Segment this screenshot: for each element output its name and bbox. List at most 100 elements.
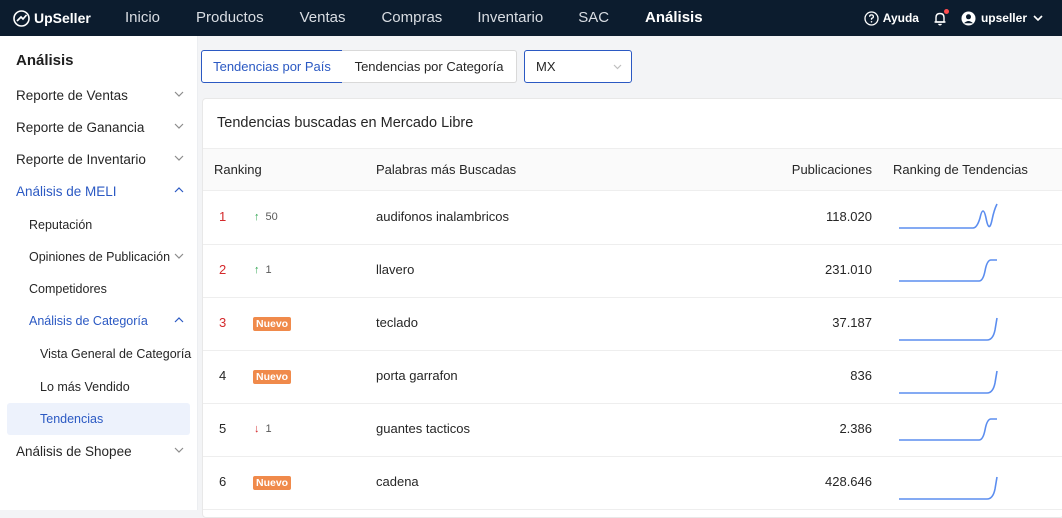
user-name: upseller bbox=[980, 11, 1027, 25]
table-row[interactable]: 5 ↓ 1 guantes tacticos 2.386 bbox=[203, 404, 1062, 457]
chevron-down-icon bbox=[174, 91, 184, 97]
nav-compras[interactable]: Compras bbox=[381, 0, 442, 36]
user-menu[interactable]: upseller bbox=[961, 11, 1048, 26]
help-label: Ayuda bbox=[882, 11, 919, 25]
sidebar-item-analisis-shopee[interactable]: Análisis de Shopee bbox=[0, 435, 198, 467]
trend-sparkline bbox=[899, 476, 998, 500]
arrow-up-icon: ↑ bbox=[254, 211, 260, 223]
table-row[interactable]: 4 Nuevo porta garrafon 836 bbox=[203, 351, 1062, 404]
sidebar-item-label: Reputación bbox=[29, 218, 93, 232]
sidebar-item-label: Competidores bbox=[29, 282, 107, 296]
brand-logo[interactable]: UpSeller bbox=[13, 9, 109, 27]
sidebar-item-label: Análisis de MELI bbox=[16, 183, 117, 199]
trend-sparkline bbox=[899, 259, 997, 282]
trend-sparkline bbox=[899, 203, 998, 229]
sidebar-item-competidores[interactable]: Competidores bbox=[0, 273, 198, 305]
sidebar-item-reporte-inventario[interactable]: Reporte de Inventario bbox=[0, 143, 198, 175]
publications-count: 428.646 bbox=[825, 474, 872, 489]
rank-number: 3 bbox=[219, 315, 227, 330]
user-avatar-icon bbox=[961, 11, 976, 25]
keyword: cadena bbox=[376, 474, 419, 489]
sidebar-item-reporte-ventas[interactable]: Reporte de Ventas bbox=[0, 79, 198, 111]
trend-line bbox=[899, 370, 998, 394]
chevron-up-icon bbox=[174, 187, 184, 193]
header-ranking: Ranking bbox=[214, 162, 262, 177]
sidebar-item-opiniones-publicacion[interactable]: Opiniones de Publicación bbox=[0, 241, 198, 273]
rank-change-value: 1 bbox=[265, 264, 272, 276]
table-header: Ranking Palabras más Buscadas Publicacio… bbox=[203, 148, 1062, 191]
sidebar: Análisis Reporte de Ventas Reporte de Ga… bbox=[0, 36, 198, 510]
brand-name: UpSeller bbox=[34, 10, 91, 26]
rank-number: 4 bbox=[219, 368, 227, 383]
sidebar-item-label: Tendencias bbox=[40, 412, 104, 426]
new-badge: Nuevo bbox=[253, 370, 292, 384]
help-icon bbox=[864, 10, 879, 26]
trend-sparkline bbox=[899, 317, 998, 341]
nav-inicio[interactable]: Inicio bbox=[125, 0, 160, 36]
keyword: llavero bbox=[376, 262, 415, 277]
sidebar-item-label: Reporte de Inventario bbox=[16, 151, 146, 167]
chevron-down-icon bbox=[174, 123, 184, 129]
rank-change: ↑ 1 bbox=[254, 264, 272, 276]
nav-ventas[interactable]: Ventas bbox=[300, 0, 346, 36]
trends-card: Tendencias buscadas en Mercado Libre Ran… bbox=[202, 98, 1062, 518]
tab-tendencias-categoria[interactable]: Tendencias por Categoría bbox=[342, 50, 517, 83]
country-select-value: MX bbox=[536, 59, 556, 74]
sidebar-item-analisis-meli[interactable]: Análisis de MELI bbox=[0, 175, 198, 207]
header-publicaciones: Publicaciones bbox=[791, 162, 872, 177]
help-link[interactable]: Ayuda bbox=[864, 10, 919, 26]
sidebar-item-label: Reporte de Ganancia bbox=[16, 119, 145, 135]
notification-dot bbox=[943, 8, 949, 14]
rank-change: ↑ 50 bbox=[254, 211, 278, 223]
country-select[interactable]: MX bbox=[524, 50, 632, 83]
main-nav: Inicio Productos Ventas Compras Inventar… bbox=[109, 0, 703, 36]
nav-sac[interactable]: SAC bbox=[578, 0, 609, 36]
table-row[interactable]: 1 ↑ 50 audifonos inalambricos 118.020 bbox=[203, 192, 1062, 245]
arrow-up-icon: ↑ bbox=[254, 264, 260, 276]
sidebar-item-tendencias[interactable]: Tendencias bbox=[7, 403, 190, 435]
sidebar-item-reputacion[interactable]: Reputación bbox=[0, 209, 198, 241]
table-row[interactable]: 2 ↑ 1 llavero 231.010 bbox=[203, 245, 1062, 298]
new-badge: Nuevo bbox=[253, 317, 292, 331]
new-badge: Nuevo bbox=[253, 476, 292, 490]
chevron-down-icon bbox=[1033, 15, 1043, 21]
chevron-down-icon bbox=[174, 447, 184, 453]
header-ranking-tendencias: Ranking de Tendencias bbox=[893, 162, 1028, 177]
sidebar-item-label: Reporte de Ventas bbox=[16, 87, 128, 103]
arrow-down-icon: ↓ bbox=[254, 423, 260, 435]
publications-count: 231.010 bbox=[825, 262, 872, 277]
rank-change-value: 50 bbox=[265, 211, 278, 223]
publications-count: 37.187 bbox=[832, 315, 872, 330]
chevron-down-icon bbox=[613, 64, 622, 70]
sidebar-item-vista-general-categoria[interactable]: Vista General de Categoría bbox=[0, 338, 198, 370]
top-navigation-bar: UpSeller Inicio Productos Ventas Compras… bbox=[0, 0, 1062, 36]
upseller-logo-icon bbox=[13, 9, 30, 27]
sidebar-item-label: Opiniones de Publicación bbox=[29, 250, 171, 264]
table-row[interactable]: 6 Nuevo cadena 428.646 bbox=[203, 457, 1062, 510]
chevron-down-icon bbox=[174, 253, 184, 259]
nav-productos[interactable]: Productos bbox=[196, 0, 264, 36]
sidebar-item-reporte-ganancia[interactable]: Reporte de Ganancia bbox=[0, 111, 198, 143]
top-right-actions: Ayuda upseller bbox=[864, 0, 1048, 36]
sidebar-item-label: Lo más Vendido bbox=[40, 380, 130, 394]
notifications-button[interactable] bbox=[933, 8, 949, 26]
trend-line bbox=[899, 203, 998, 229]
sidebar-item-lo-mas-vendido[interactable]: Lo más Vendido bbox=[0, 371, 198, 403]
trend-line bbox=[899, 418, 997, 441]
keyword: porta garrafon bbox=[376, 368, 458, 383]
header-palabras: Palabras más Buscadas bbox=[376, 162, 517, 177]
sidebar-item-label: Vista General de Categoría bbox=[40, 347, 192, 361]
publications-count: 836 bbox=[850, 368, 872, 383]
rank-number: 5 bbox=[219, 421, 227, 436]
chevron-up-icon bbox=[174, 317, 184, 323]
trend-line bbox=[899, 317, 998, 341]
sidebar-item-analisis-categoria[interactable]: Análisis de Categoría bbox=[0, 305, 198, 337]
rank-number: 1 bbox=[219, 209, 227, 224]
table-row[interactable]: 3 Nuevo teclado 37.187 bbox=[203, 298, 1062, 351]
chevron-down-icon bbox=[174, 155, 184, 161]
card-title: Tendencias buscadas en Mercado Libre bbox=[217, 115, 474, 131]
nav-analisis[interactable]: Análisis bbox=[645, 0, 703, 36]
tab-tendencias-pais[interactable]: Tendencias por País bbox=[201, 50, 343, 83]
nav-inventario[interactable]: Inventario bbox=[477, 0, 543, 36]
main-content: Tendencias por País Tendencias por Categ… bbox=[198, 36, 1062, 518]
